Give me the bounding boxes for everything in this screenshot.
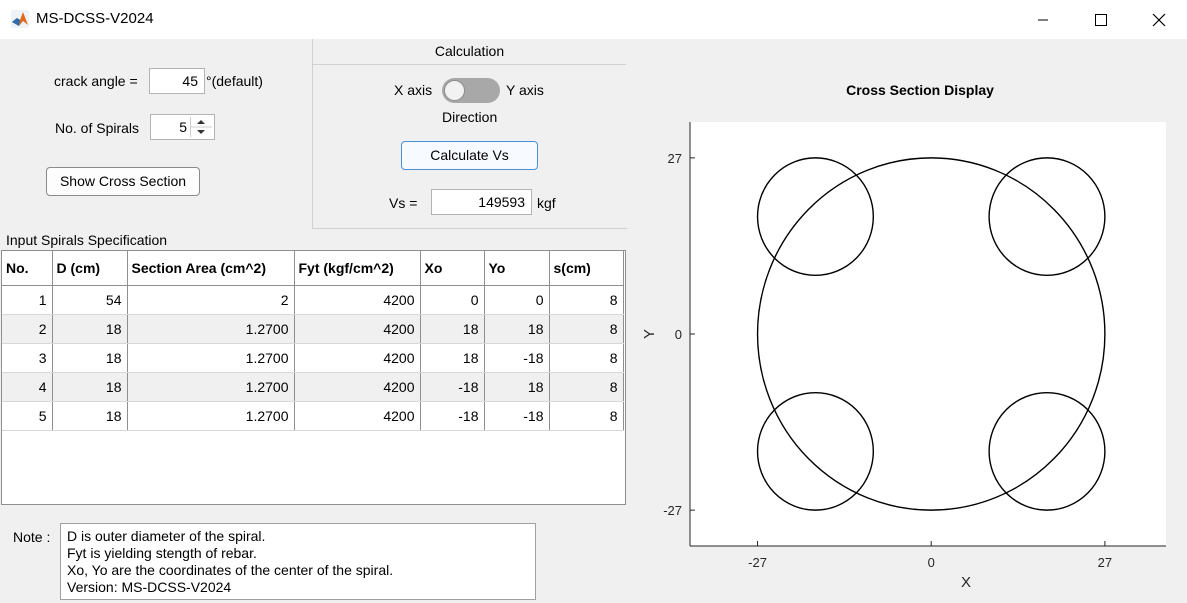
table-cell[interactable]: 1.2700 <box>127 343 295 373</box>
close-button[interactable] <box>1130 0 1187 39</box>
axis-direction-toggle[interactable] <box>442 78 500 103</box>
table-cell[interactable]: 3 <box>2 343 53 373</box>
spirals-value: 5 <box>179 119 187 135</box>
vs-unit: kgf <box>537 195 556 211</box>
column-header[interactable]: Yo <box>484 251 550 286</box>
column-header[interactable]: Fyt (kgf/cm^2) <box>294 251 421 286</box>
direction-label: Direction <box>442 109 498 125</box>
matlab-icon <box>11 10 29 28</box>
column-header[interactable]: Xo <box>420 251 485 286</box>
table-row[interactable]: 1 54 2 4200 0 0 8 <box>2 285 624 315</box>
crack-angle-label: crack angle = <box>54 73 138 89</box>
x-tick-label: 27 <box>1098 555 1112 570</box>
column-header[interactable]: No. <box>2 251 53 286</box>
table-cell[interactable]: 8 <box>549 372 624 402</box>
table-cell[interactable]: 18 <box>52 343 128 373</box>
window-title: MS-DCSS-V2024 <box>36 10 154 27</box>
vs-output-field: 149593 <box>431 189 532 215</box>
table-cell[interactable]: 18 <box>420 314 485 344</box>
table-cell[interactable]: 8 <box>549 401 624 431</box>
spec-table-title: Input Spirals Specification <box>6 232 168 248</box>
y-tick-label: 27 <box>668 151 682 166</box>
column-header[interactable]: Section Area (cm^2) <box>127 251 295 286</box>
table-cell[interactable]: 18 <box>484 372 550 402</box>
table-cell[interactable]: 4200 <box>294 401 421 431</box>
show-cross-section-button[interactable]: Show Cross Section <box>46 167 200 196</box>
table-cell[interactable]: -18 <box>484 401 550 431</box>
table-cell[interactable]: 4200 <box>294 314 421 344</box>
minimize-icon <box>1038 19 1048 20</box>
table-cell[interactable]: 4 <box>2 372 53 402</box>
note-line: Version: MS-DCSS-V2024 <box>67 579 232 595</box>
note-line: Xo, Yo are the coordinates of the center… <box>67 562 394 578</box>
y-axis-label: Y <box>641 329 658 339</box>
spec-table[interactable]: No. D (cm) Section Area (cm^2) Fyt (kgf/… <box>1 250 626 505</box>
title-bar: MS-DCSS-V2024 <box>0 0 1187 39</box>
table-cell[interactable]: 1.2700 <box>127 372 295 402</box>
note-label: Note : <box>13 529 51 545</box>
table-cell[interactable]: 4200 <box>294 372 421 402</box>
table-row[interactable]: 5 18 1.2700 4200 -18 -18 8 <box>2 401 624 431</box>
toggle-knob <box>444 80 465 101</box>
calculate-vs-button[interactable]: Calculate Vs <box>401 141 538 170</box>
table-cell[interactable]: 18 <box>52 372 128 402</box>
crack-angle-unit: °(default) <box>206 73 263 89</box>
y-axis-label: Y axis <box>506 82 544 98</box>
table-cell[interactable]: 4200 <box>294 285 421 315</box>
app-window: MS-DCSS-V2024 crack angle = 45 °(default… <box>0 0 1187 603</box>
close-icon <box>1152 13 1166 26</box>
table-cell[interactable]: 8 <box>549 343 624 373</box>
y-tick-label: -27 <box>663 503 682 518</box>
column-header[interactable]: D (cm) <box>52 251 128 286</box>
x-tick-label: 0 <box>928 555 935 570</box>
table-cell[interactable]: 5 <box>2 401 53 431</box>
note-line: Fyt is yielding stength of rebar. <box>67 545 257 561</box>
table-cell[interactable]: -18 <box>420 372 485 402</box>
spinner-arrows-icon[interactable] <box>190 117 212 137</box>
minimize-button[interactable] <box>1014 0 1072 39</box>
table-cell[interactable]: 4200 <box>294 343 421 373</box>
table-cell[interactable]: 0 <box>484 285 550 315</box>
maximize-button[interactable] <box>1072 0 1130 39</box>
left-panel: crack angle = 45 °(default) No. of Spira… <box>0 39 627 603</box>
table-cell[interactable]: 8 <box>549 314 624 344</box>
table-cell[interactable]: 2 <box>2 314 53 344</box>
calculation-title: Calculation <box>313 39 626 65</box>
table-cell[interactable]: 8 <box>549 285 624 315</box>
table-cell[interactable]: 1.2700 <box>127 401 295 431</box>
table-cell[interactable]: 2 <box>127 285 295 315</box>
table-cell[interactable]: 1 <box>2 285 53 315</box>
cross-section-plot[interactable]: -27 0 27 27 0 -27 X Y <box>627 39 1187 603</box>
table-row[interactable]: 2 18 1.2700 4200 18 18 8 <box>2 314 624 344</box>
column-header[interactable]: s(cm) <box>549 251 624 286</box>
plot-area <box>690 122 1166 546</box>
table-cell[interactable]: 54 <box>52 285 128 315</box>
table-cell[interactable]: -18 <box>420 401 485 431</box>
table-row[interactable]: 4 18 1.2700 4200 -18 18 8 <box>2 372 624 402</box>
note-textarea[interactable]: D is outer diameter of the spiral. Fyt i… <box>60 523 536 600</box>
table-row[interactable]: 3 18 1.2700 4200 18 -18 8 <box>2 343 624 373</box>
table-cell[interactable]: 18 <box>420 343 485 373</box>
maximize-icon <box>1095 13 1107 26</box>
crack-angle-input[interactable]: 45 <box>149 68 205 94</box>
x-axis-label: X <box>961 574 971 591</box>
table-cell[interactable]: 18 <box>52 401 128 431</box>
table-cell[interactable]: 18 <box>52 314 128 344</box>
calculation-panel: Calculation X axis Y axis Direction Calc… <box>312 39 627 229</box>
vs-label: Vs = <box>389 195 418 211</box>
table-header-row: No. D (cm) Section Area (cm^2) Fyt (kgf/… <box>2 251 624 286</box>
x-tick-label: -27 <box>748 555 767 570</box>
table-cell[interactable]: 18 <box>484 314 550 344</box>
y-tick-label: 0 <box>675 327 682 342</box>
x-axis-label: X axis <box>394 82 433 98</box>
spirals-label: No. of Spirals <box>55 120 140 136</box>
note-line: D is outer diameter of the spiral. <box>67 528 266 544</box>
table-cell[interactable]: -18 <box>484 343 550 373</box>
table-cell[interactable]: 1.2700 <box>127 314 295 344</box>
table-cell[interactable]: 0 <box>420 285 485 315</box>
spirals-spinner[interactable]: 5 <box>150 114 215 140</box>
